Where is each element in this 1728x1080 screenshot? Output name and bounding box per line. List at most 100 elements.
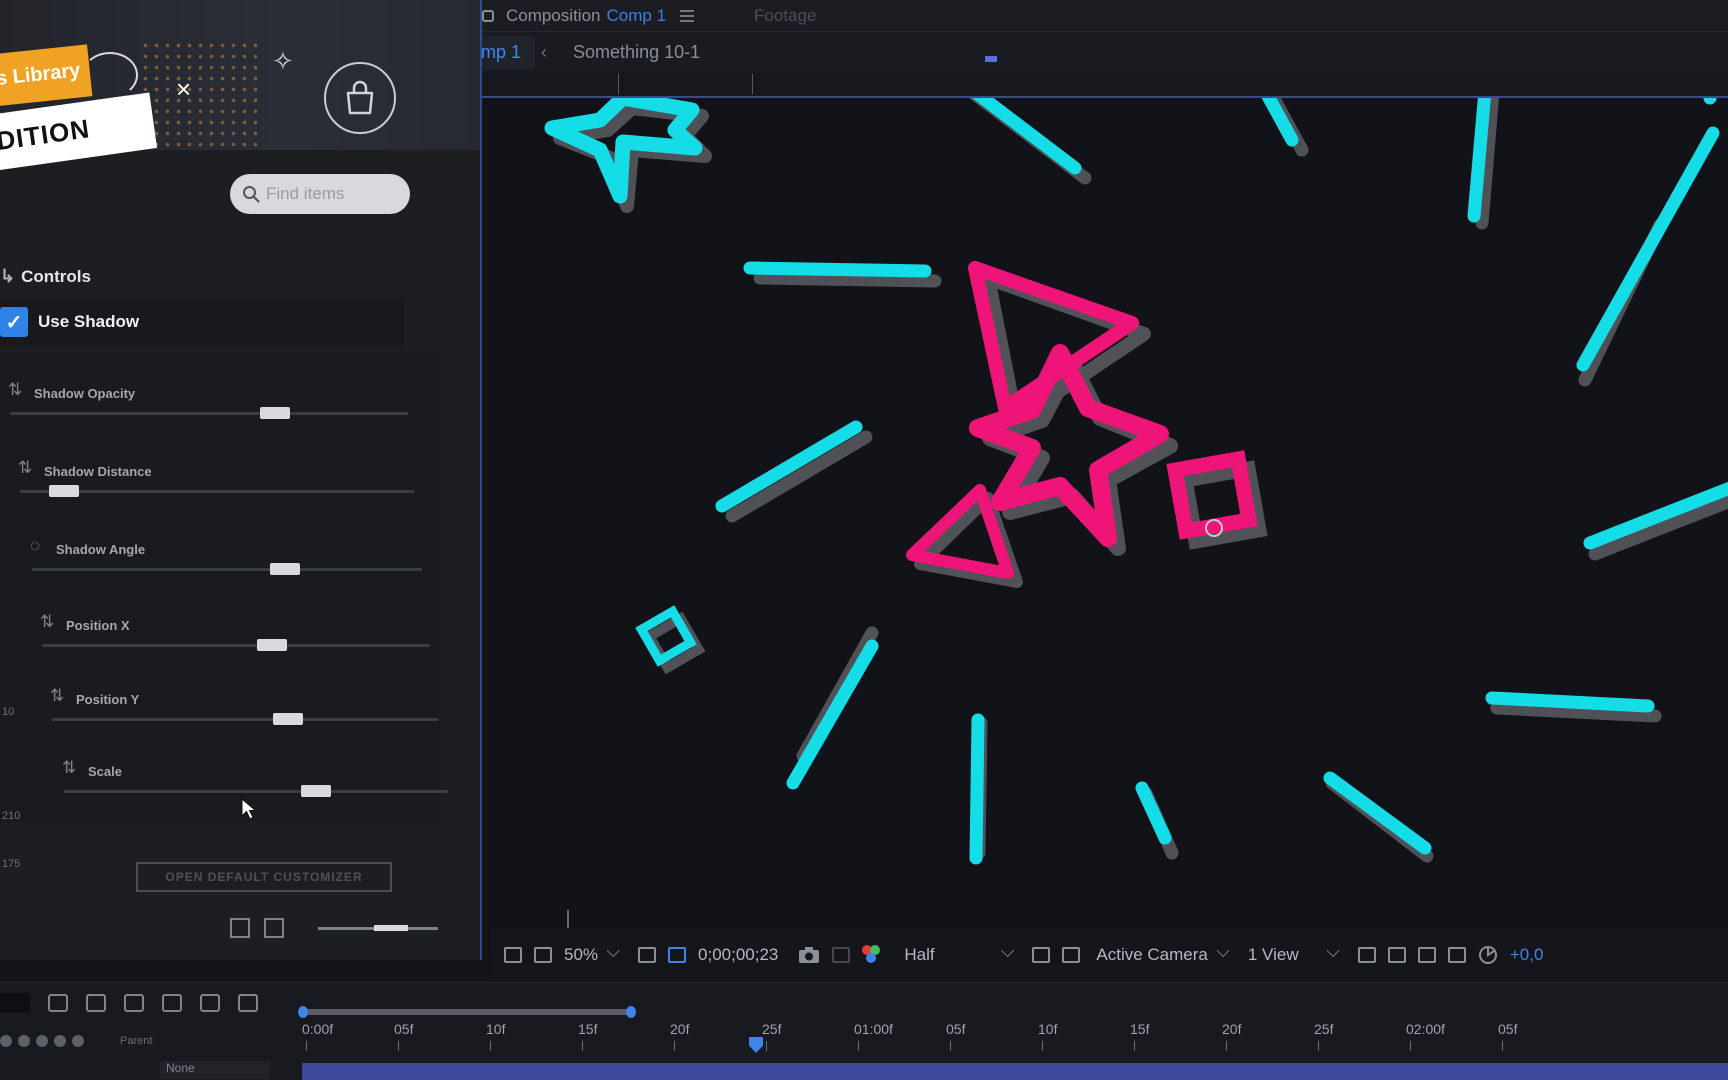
search-input[interactable] <box>266 184 396 204</box>
frame-blending-icon[interactable] <box>124 994 144 1012</box>
sparkle-icon: ✧ <box>272 46 294 76</box>
shape-shadows <box>553 98 1728 863</box>
slider-scale[interactable]: ⇅ Scale <box>62 752 462 812</box>
shrink-icon[interactable] <box>230 918 250 938</box>
controls-label: Controls <box>21 266 91 286</box>
slider-thumb[interactable] <box>301 785 332 797</box>
exposure-reset-icon[interactable] <box>1478 945 1498 965</box>
motion-blur-icon[interactable] <box>162 994 182 1012</box>
layer-switches-header: Parent <box>0 1035 152 1047</box>
region-of-interest-icon[interactable] <box>1032 947 1051 963</box>
flowchart-icon[interactable] <box>1447 947 1466 963</box>
fit-frame-icon[interactable] <box>638 947 657 963</box>
cyan-line <box>972 98 1082 175</box>
resolution-dropdown[interactable]: Half <box>904 941 1014 965</box>
fast-previews-icon[interactable] <box>1387 947 1406 963</box>
pixel-aspect-icon[interactable] <box>1357 947 1376 963</box>
search-box[interactable] <box>230 174 410 214</box>
switch-icon[interactable] <box>18 1035 30 1047</box>
current-time-indicator[interactable] <box>749 1037 763 1053</box>
panel-menu-icon[interactable] <box>680 9 695 22</box>
slider-track[interactable] <box>32 568 422 571</box>
line-shadow <box>725 430 873 523</box>
timeline-ruler[interactable]: 0:00f 05f 10f 15f 20f 25f 01:00f 05f 10f 15f 20f 25… <box>298 983 1728 1080</box>
switch-icon[interactable] <box>54 1035 66 1047</box>
ruler-label: 05f <box>946 1021 966 1037</box>
ruler-tick <box>490 1041 491 1051</box>
chevron-left-icon[interactable]: ‹ <box>541 42 547 63</box>
slider-shadow-opacity[interactable]: ⇅ Shadow Opacity <box>8 374 408 434</box>
use-shadow-checkbox[interactable]: ✓ <box>0 307 28 337</box>
ruler-tick <box>766 1041 767 1051</box>
shy-layers-icon[interactable] <box>86 994 106 1012</box>
footage-panel-label[interactable]: Footage <box>754 6 816 26</box>
timecode-field[interactable] <box>0 993 30 1013</box>
timeline-panel: Parent None 0:00f 05f 10f 15f 20f 25f 01:00f 05… <box>0 982 1728 1080</box>
draft-3d-icon[interactable] <box>238 994 258 1012</box>
close-icon[interactable]: × <box>176 74 191 105</box>
lock-icon[interactable] <box>482 9 494 22</box>
show-snapshot-icon[interactable] <box>832 947 851 963</box>
slider-label: Shadow Angle <box>56 542 146 557</box>
slider-track[interactable] <box>52 718 438 721</box>
line-shadow <box>1588 494 1728 561</box>
layer-duration-bar[interactable] <box>302 1063 1728 1080</box>
after-effects-window: × Composition Comp 1 Footage Comp 1 ‹ So… <box>0 0 1728 1080</box>
always-preview-icon[interactable] <box>504 947 522 963</box>
open-default-customizer-button[interactable]: OPEN DEFAULT CUSTOMIZER <box>136 862 392 892</box>
shop-button[interactable] <box>324 62 396 134</box>
mask-visibility-icon[interactable] <box>668 947 687 963</box>
color-channels-icon[interactable] <box>862 945 882 965</box>
expand-arrow-icon[interactable]: ↳ <box>0 266 15 287</box>
zoom-dropdown[interactable]: 50% <box>564 941 620 965</box>
slider-position-x[interactable]: ⇅ Position X <box>40 606 440 666</box>
ruler-label: 10f <box>1038 1021 1058 1037</box>
switch-icon[interactable] <box>72 1035 84 1047</box>
graph-editor-icon[interactable] <box>200 994 220 1012</box>
parent-dropdown[interactable]: None <box>160 1061 270 1079</box>
slider-track[interactable] <box>64 790 448 793</box>
switch-icon[interactable] <box>0 1035 12 1047</box>
ruler-label: 25f <box>1314 1021 1334 1037</box>
library-badge: s Library <box>0 44 93 108</box>
search-icon <box>243 186 260 203</box>
slider-track[interactable] <box>42 644 430 647</box>
ruler-tick <box>1318 1041 1319 1051</box>
slider-grip-icon: ⇅ <box>18 458 33 477</box>
slider-thumb[interactable] <box>260 407 291 419</box>
tab-something-10-1[interactable]: Something 10-1 <box>559 36 714 69</box>
use-shadow-row[interactable]: ✓ Use Shadow <box>0 298 404 346</box>
monitor-icon[interactable] <box>534 947 552 963</box>
ruler-tick <box>1410 1041 1411 1051</box>
composition-name-link[interactable]: Comp 1 <box>607 6 667 26</box>
controls-section-header[interactable]: ↳ Controls <box>0 266 91 287</box>
slider-thumb[interactable] <box>269 563 300 575</box>
timeline-icon[interactable] <box>1417 947 1436 963</box>
slider-grip-icon: ⇅ <box>50 686 65 705</box>
composition-viewer[interactable] <box>420 98 1728 950</box>
slider-shadow-angle[interactable]: ◌ Shadow Angle <box>30 530 430 590</box>
transparency-grid-icon[interactable] <box>1062 947 1081 963</box>
viewer-ruler <box>420 72 1728 98</box>
camera-view-dropdown[interactable]: Active Camera <box>1096 941 1230 965</box>
slider-track[interactable] <box>20 490 414 493</box>
comp-flow-icon[interactable] <box>48 994 68 1012</box>
view-layout-dropdown[interactable]: 1 View <box>1248 941 1340 965</box>
switch-icon[interactable] <box>36 1035 48 1047</box>
work-area-bar[interactable] <box>298 1006 636 1018</box>
slider-thumb[interactable] <box>256 639 287 651</box>
ruler-label: 20f <box>670 1021 690 1037</box>
slider-thumb[interactable] <box>272 713 303 725</box>
cyan-line <box>1485 691 1655 713</box>
camera-snapshot-icon[interactable] <box>798 946 820 964</box>
slider-shadow-distance[interactable]: ⇅ Shadow Distance <box>18 452 418 512</box>
work-area-marker[interactable] <box>985 56 997 62</box>
cyan-line <box>1323 771 1432 855</box>
slider-position-y[interactable]: ⇅ Position Y <box>50 680 450 740</box>
exposure-value[interactable]: +0,0 <box>1510 945 1544 965</box>
slider-thumb[interactable] <box>49 485 80 497</box>
panel-size-slider[interactable] <box>318 924 438 931</box>
slider-track[interactable] <box>10 412 408 415</box>
expand-icon[interactable] <box>264 918 284 938</box>
current-time-display[interactable]: 0;00;00;23 <box>698 945 778 965</box>
